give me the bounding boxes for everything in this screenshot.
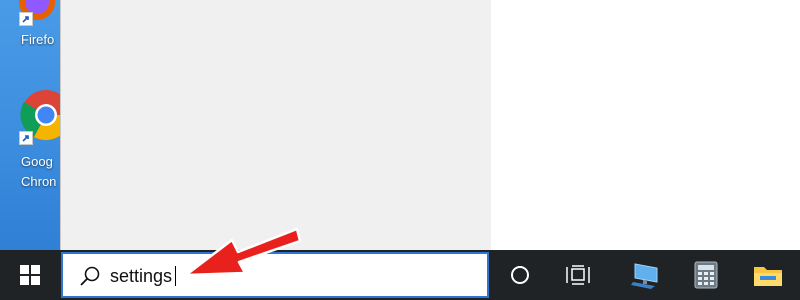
firefox-icon — [19, 0, 55, 20]
start-menu-panel — [60, 0, 506, 250]
search-preview-pane — [491, 0, 506, 250]
start-button[interactable] — [0, 250, 60, 300]
this-pc-button[interactable] — [622, 250, 668, 300]
file-explorer-button[interactable] — [745, 250, 791, 300]
calculator-icon — [694, 261, 718, 289]
shortcut-arrow-icon — [19, 131, 33, 145]
desktop-icon-label: Goog Chron — [21, 154, 57, 189]
calculator-button[interactable] — [683, 250, 729, 300]
desktop-background: Firefo Goog Chron — [0, 0, 60, 250]
desktop-icon-chrome[interactable]: Goog Chron — [0, 85, 60, 195]
task-view-button[interactable] — [555, 250, 601, 300]
windows-logo-icon — [20, 265, 40, 285]
task-view-icon — [566, 265, 590, 285]
search-icon — [80, 266, 100, 286]
taskbar-search-box[interactable]: settings — [61, 252, 489, 298]
desktop-icon-firefox[interactable]: Firefo — [0, 0, 60, 60]
cortana-button[interactable] — [497, 250, 543, 300]
desktop-icon-label: Firefo — [21, 32, 55, 47]
text-cursor — [175, 266, 176, 286]
search-results-pane — [61, 0, 491, 250]
shortcut-arrow-icon — [19, 12, 33, 26]
search-input[interactable]: settings — [110, 265, 172, 287]
computer-icon — [631, 263, 658, 289]
folder-icon — [754, 267, 782, 286]
circle-icon — [511, 266, 529, 284]
